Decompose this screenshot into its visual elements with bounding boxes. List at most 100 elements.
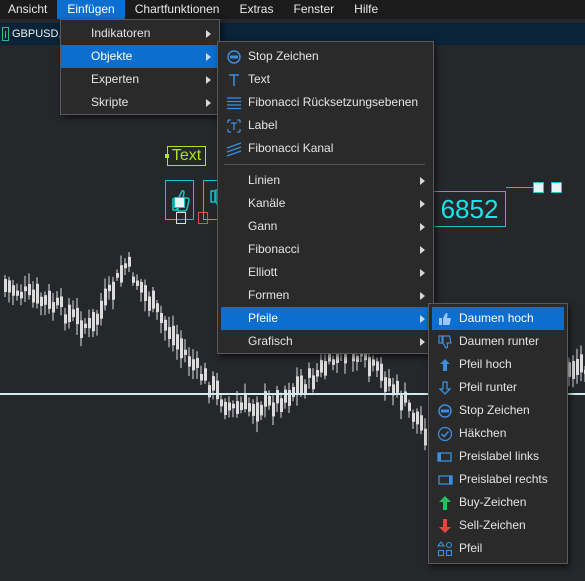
menu-separator <box>224 164 425 165</box>
price-label-object[interactable]: 6852 <box>433 191 506 227</box>
candle <box>44 291 47 316</box>
candle <box>392 377 395 406</box>
menu-item-objekte[interactable]: Objekte <box>61 45 219 68</box>
candle <box>368 353 371 383</box>
candle <box>192 349 195 380</box>
menu-item-pfeil-runter[interactable]: Pfeil runter <box>429 376 567 399</box>
menu-item-stop-zeichen-pfeil[interactable]: Stop Zeichen <box>429 399 567 422</box>
menu-item-kanaele[interactable]: Kanäle <box>218 192 433 215</box>
anchor-handle-left[interactable] <box>533 182 544 193</box>
menu-item-label: Preislabel rechts <box>459 472 548 486</box>
menu-item-fibonacci[interactable]: Fibonacci <box>218 238 433 261</box>
candle <box>380 357 383 388</box>
candle <box>168 316 171 348</box>
checkmark-icon <box>437 426 453 442</box>
candle <box>316 363 319 382</box>
menu-item-pfeil[interactable]: Pfeil <box>429 537 567 560</box>
anchor-handle[interactable] <box>174 197 185 208</box>
menu-item-label: Pfeil <box>459 541 483 555</box>
menu-item-label: Daumen hoch <box>459 311 534 325</box>
menu-item-text[interactable]: Text <box>218 68 433 91</box>
objekte-menu: Stop Zeichen Text Fibonacci Rücksetzungs… <box>217 41 434 354</box>
candle <box>68 298 71 329</box>
candle <box>228 396 231 418</box>
candle <box>48 283 51 314</box>
candle <box>424 418 427 451</box>
menu-item-label-object[interactable]: Label <box>218 114 433 137</box>
menu-einfuegen[interactable]: Einfügen <box>57 0 125 19</box>
menu-item-label: Fibonacci Kanal <box>248 141 334 155</box>
candle <box>36 277 39 309</box>
stop-sign-icon <box>437 403 453 419</box>
candle <box>156 300 159 320</box>
candle <box>224 398 227 420</box>
menu-item-fibonacci-kanal[interactable]: Fibonacci Kanal <box>218 137 433 160</box>
menu-item-preislabel-rechts[interactable]: Preislabel rechts <box>429 468 567 491</box>
menu-item-fibonacci-ruecksetzung[interactable]: Fibonacci Rücksetzungsebenen <box>218 91 433 114</box>
anchor-handle-right[interactable] <box>551 182 562 193</box>
menu-item-experten[interactable]: Experten <box>61 68 219 91</box>
menu-item-buy-zeichen[interactable]: Buy-Zeichen <box>429 491 567 514</box>
candle <box>124 258 127 276</box>
text-object[interactable]: Text <box>165 146 206 166</box>
candle <box>408 399 411 418</box>
menu-hilfe[interactable]: Hilfe <box>344 0 388 19</box>
candle <box>16 283 19 301</box>
menu-item-label: Pfeil runter <box>459 380 518 394</box>
menu-item-label: Formen <box>248 288 290 302</box>
candle <box>304 379 307 399</box>
candle <box>184 338 187 363</box>
submenu-arrow-icon <box>420 292 425 300</box>
menu-item-gann[interactable]: Gann <box>218 215 433 238</box>
menu-ansicht[interactable]: Ansicht <box>0 0 57 19</box>
menu-item-sell-zeichen[interactable]: Sell-Zeichen <box>429 514 567 537</box>
candle <box>72 300 75 322</box>
label-icon <box>226 118 242 134</box>
candle <box>28 273 31 300</box>
candle <box>384 371 387 401</box>
menu-item-linien[interactable]: Linien <box>218 169 433 192</box>
candle <box>252 399 255 424</box>
menu-fenster[interactable]: Fenster <box>283 0 344 19</box>
menu-item-label: Experten <box>91 72 140 86</box>
candle <box>112 276 115 310</box>
menu-bar: Ansicht Einfügen Chartfunktionen Extras … <box>0 0 585 19</box>
text-icon <box>226 72 242 88</box>
menu-item-label: Grafisch <box>248 334 293 348</box>
candle <box>164 315 167 341</box>
menu-item-label: Sell-Zeichen <box>459 518 526 532</box>
candle <box>172 315 175 352</box>
menu-item-grafisch[interactable]: Grafisch <box>218 330 433 353</box>
menu-item-label: Fibonacci Rücksetzungsebenen <box>248 95 419 109</box>
menu-item-indikatoren[interactable]: Indikatoren <box>61 22 219 45</box>
stop-sign-icon <box>226 49 242 65</box>
menu-item-stop-zeichen[interactable]: Stop Zeichen <box>218 45 433 68</box>
menu-item-elliott[interactable]: Elliott <box>218 261 433 284</box>
menu-item-pfeil-hoch[interactable]: Pfeil hoch <box>429 353 567 376</box>
menu-extras[interactable]: Extras <box>229 0 283 19</box>
candle <box>104 278 107 311</box>
einfuegen-menu: Indikatoren Objekte Experten Skripte <box>60 19 220 115</box>
candle <box>284 385 287 409</box>
menu-item-formen[interactable]: Formen <box>218 284 433 307</box>
arrow-up-icon <box>437 357 453 373</box>
candle <box>576 348 579 384</box>
menu-item-pfeile[interactable]: Pfeile <box>221 307 430 330</box>
candle <box>204 362 207 384</box>
menu-item-label: Pfeile <box>248 311 279 325</box>
menu-item-daumen-hoch[interactable]: Daumen hoch <box>432 307 564 330</box>
menu-item-haekchen[interactable]: Häkchen <box>429 422 567 445</box>
menu-item-daumen-runter[interactable]: Daumen runter <box>429 330 567 353</box>
menu-item-preislabel-links[interactable]: Preislabel links <box>429 445 567 468</box>
candle <box>20 284 23 306</box>
candle <box>388 369 391 392</box>
candle <box>288 382 291 414</box>
menu-chartfunktionen[interactable]: Chartfunktionen <box>125 0 230 19</box>
candle <box>308 362 311 389</box>
candle <box>276 385 279 413</box>
menu-item-skripte[interactable]: Skripte <box>61 91 219 114</box>
candle <box>232 400 235 418</box>
submenu-arrow-icon <box>206 76 211 84</box>
candle <box>416 408 419 434</box>
menu-item-label: Kanäle <box>248 196 286 210</box>
